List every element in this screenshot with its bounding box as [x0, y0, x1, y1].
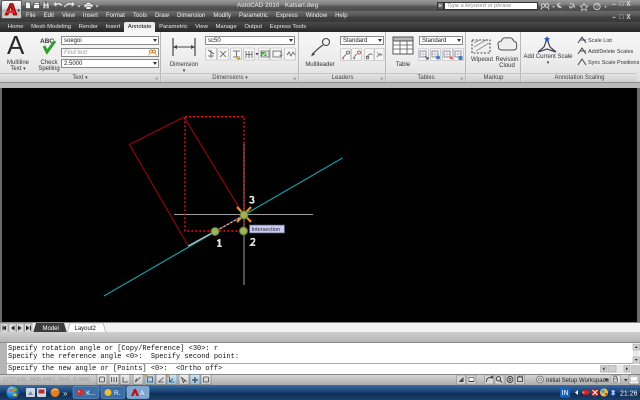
- svg-text:R.: R.: [114, 390, 121, 397]
- svg-text:IN: IN: [562, 390, 569, 397]
- svg-text:A: A: [140, 390, 145, 397]
- svg-text:21:26: 21:26: [620, 391, 638, 398]
- svg-text:Intersection: Intersection: [252, 227, 280, 233]
- svg-text:K...: K...: [86, 390, 96, 397]
- svg-text:?: ?: [596, 5, 600, 11]
- svg-text:Initial Setup Workspace: Initial Setup Workspace: [546, 378, 610, 384]
- svg-text:»: »: [63, 389, 68, 398]
